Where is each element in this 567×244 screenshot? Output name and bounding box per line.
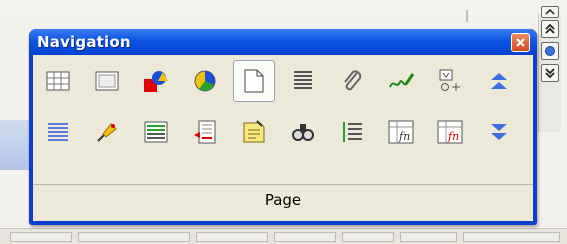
section-icon [144,121,168,143]
background-status-segment [78,232,190,242]
section-button[interactable] [135,111,177,153]
navigation-dialog: Navigation fn fn Page [29,29,537,225]
attachment-button[interactable] [331,60,373,102]
background-status-segment [342,232,394,242]
paragraph-icon [48,123,68,141]
list-icon [343,122,362,142]
close-button[interactable] [511,33,530,52]
background-status-segment [400,232,457,242]
navigation-toolbar: fn fn [37,60,529,162]
formula-error-icon: fn [437,120,463,144]
signature-icon [389,73,414,88]
formula-error-button[interactable]: fn [429,111,471,153]
frame-icon [95,71,119,91]
graphics-icon [144,71,168,92]
previous-button[interactable] [478,60,520,102]
graphics-button[interactable] [135,60,177,102]
background-status-segment [274,232,336,242]
marker-icon [97,123,117,142]
paragraph-button[interactable] [37,111,79,153]
headings-icon [294,71,312,89]
table-button[interactable] [37,60,79,102]
formula-button[interactable]: fn [380,111,422,153]
close-icon [516,38,525,47]
note-icon [243,120,265,143]
title-bar[interactable]: Navigation [29,29,537,55]
list-button[interactable] [331,111,373,153]
background-status-segment [10,232,72,242]
navigation-target-label: Page [264,191,302,209]
navigation-object-button[interactable] [541,42,559,60]
background-toolbar [0,0,567,20]
find-icon [292,124,314,141]
svg-text:fn: fn [398,130,410,143]
ole-object-button[interactable] [184,60,226,102]
note-button[interactable] [233,111,275,153]
svg-text:fn: fn [447,130,459,143]
formula-icon: fn [388,120,414,144]
page-icon [244,69,264,93]
marker-button[interactable] [86,111,128,153]
next-arrow-icon [491,124,507,140]
find-button[interactable] [282,111,324,153]
footnote-button[interactable] [184,111,226,153]
frame-button[interactable] [86,60,128,102]
control-icon [439,69,460,91]
scroll-up-icon[interactable] [541,6,559,18]
vertical-navigator [538,6,561,132]
previous-page-button[interactable] [541,20,559,38]
ole-object-icon [194,70,216,92]
next-button[interactable] [478,111,520,153]
signature-button[interactable] [380,60,422,102]
next-page-button[interactable] [541,64,559,82]
attachment-icon [344,70,362,91]
background-separator [466,10,468,22]
dialog-title: Navigation [37,33,131,51]
background-status-segment [463,232,560,242]
panel-divider [33,184,533,185]
footnote-icon [194,120,216,144]
navigation-panel: fn fn Page [33,55,533,221]
control-button[interactable] [429,60,471,102]
background-document-area [0,120,30,170]
page-button[interactable] [233,60,275,102]
headings-button[interactable] [282,60,324,102]
background-status-segment [196,232,268,242]
table-icon [46,71,70,91]
previous-arrow-icon [491,73,507,89]
